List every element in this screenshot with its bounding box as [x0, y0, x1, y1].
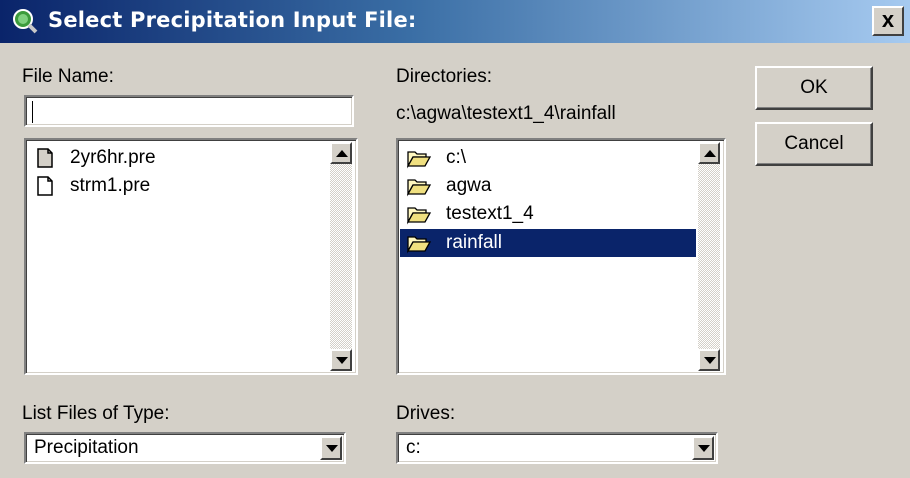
arrow-up-icon: [336, 150, 348, 157]
directory-name: c:\: [446, 147, 467, 168]
file-list-scrollbar[interactable]: [330, 142, 352, 371]
directory-item-selected[interactable]: rainfall: [400, 229, 696, 257]
drives-label: Drives:: [396, 403, 456, 424]
dialog-title: Select Precipitation Input File:: [48, 8, 417, 32]
arrow-down-icon: [704, 357, 716, 364]
directory-list[interactable]: c:\ agwa testext1_4 rainfall: [396, 138, 726, 375]
close-button[interactable]: x: [872, 6, 904, 36]
directory-name: rainfall: [446, 232, 502, 253]
scroll-down-button[interactable]: [698, 349, 720, 371]
dropdown-button[interactable]: [692, 436, 714, 460]
scroll-down-button[interactable]: [330, 349, 352, 371]
arrow-up-icon: [704, 150, 716, 157]
file-name-label: File Name:: [22, 66, 114, 87]
directory-item[interactable]: testext1_4: [400, 200, 696, 228]
open-folder-icon: [406, 179, 432, 197]
scroll-up-button[interactable]: [698, 142, 720, 164]
dropdown-button[interactable]: [320, 436, 342, 460]
scroll-up-button[interactable]: [330, 142, 352, 164]
open-folder-icon: [406, 151, 432, 169]
list-item[interactable]: strm1.pre: [34, 172, 150, 200]
ok-button[interactable]: OK: [755, 66, 873, 110]
file-type-value: Precipitation: [34, 437, 139, 458]
directories-label: Directories:: [396, 66, 493, 87]
chevron-down-icon: [698, 445, 710, 452]
select-precipitation-dialog: Select Precipitation Input File: x File …: [0, 0, 910, 478]
magnifier-globe-icon: [13, 9, 38, 34]
drive-value: c:: [406, 437, 421, 458]
file-list[interactable]: 2yr6hr.pre strm1.pre: [24, 138, 358, 375]
file-type-select[interactable]: Precipitation: [24, 432, 346, 464]
current-path: c:\agwa\testext1_4\rainfall: [396, 103, 616, 124]
directory-item[interactable]: c:\: [400, 144, 696, 172]
close-icon: x: [881, 7, 895, 32]
drives-select[interactable]: c:: [396, 432, 718, 464]
directory-item[interactable]: agwa: [400, 172, 696, 200]
directory-list-scrollbar[interactable]: [698, 142, 720, 371]
open-folder-icon: [406, 207, 432, 225]
document-icon: [37, 176, 53, 196]
arrow-down-icon: [336, 357, 348, 364]
file-name-text: 2yr6hr.pre: [70, 147, 156, 168]
file-name-input[interactable]: [24, 95, 354, 127]
document-icon: [37, 148, 53, 168]
directory-name: testext1_4: [446, 203, 534, 224]
list-item[interactable]: 2yr6hr.pre: [34, 144, 156, 172]
text-caret: [32, 101, 33, 123]
file-type-label: List Files of Type:: [22, 403, 170, 424]
title-bar[interactable]: Select Precipitation Input File: x: [0, 0, 910, 43]
file-name-text: strm1.pre: [70, 175, 151, 196]
chevron-down-icon: [326, 445, 338, 452]
cancel-button[interactable]: Cancel: [755, 122, 873, 166]
directory-name: agwa: [446, 175, 492, 196]
open-folder-icon: [406, 236, 432, 254]
